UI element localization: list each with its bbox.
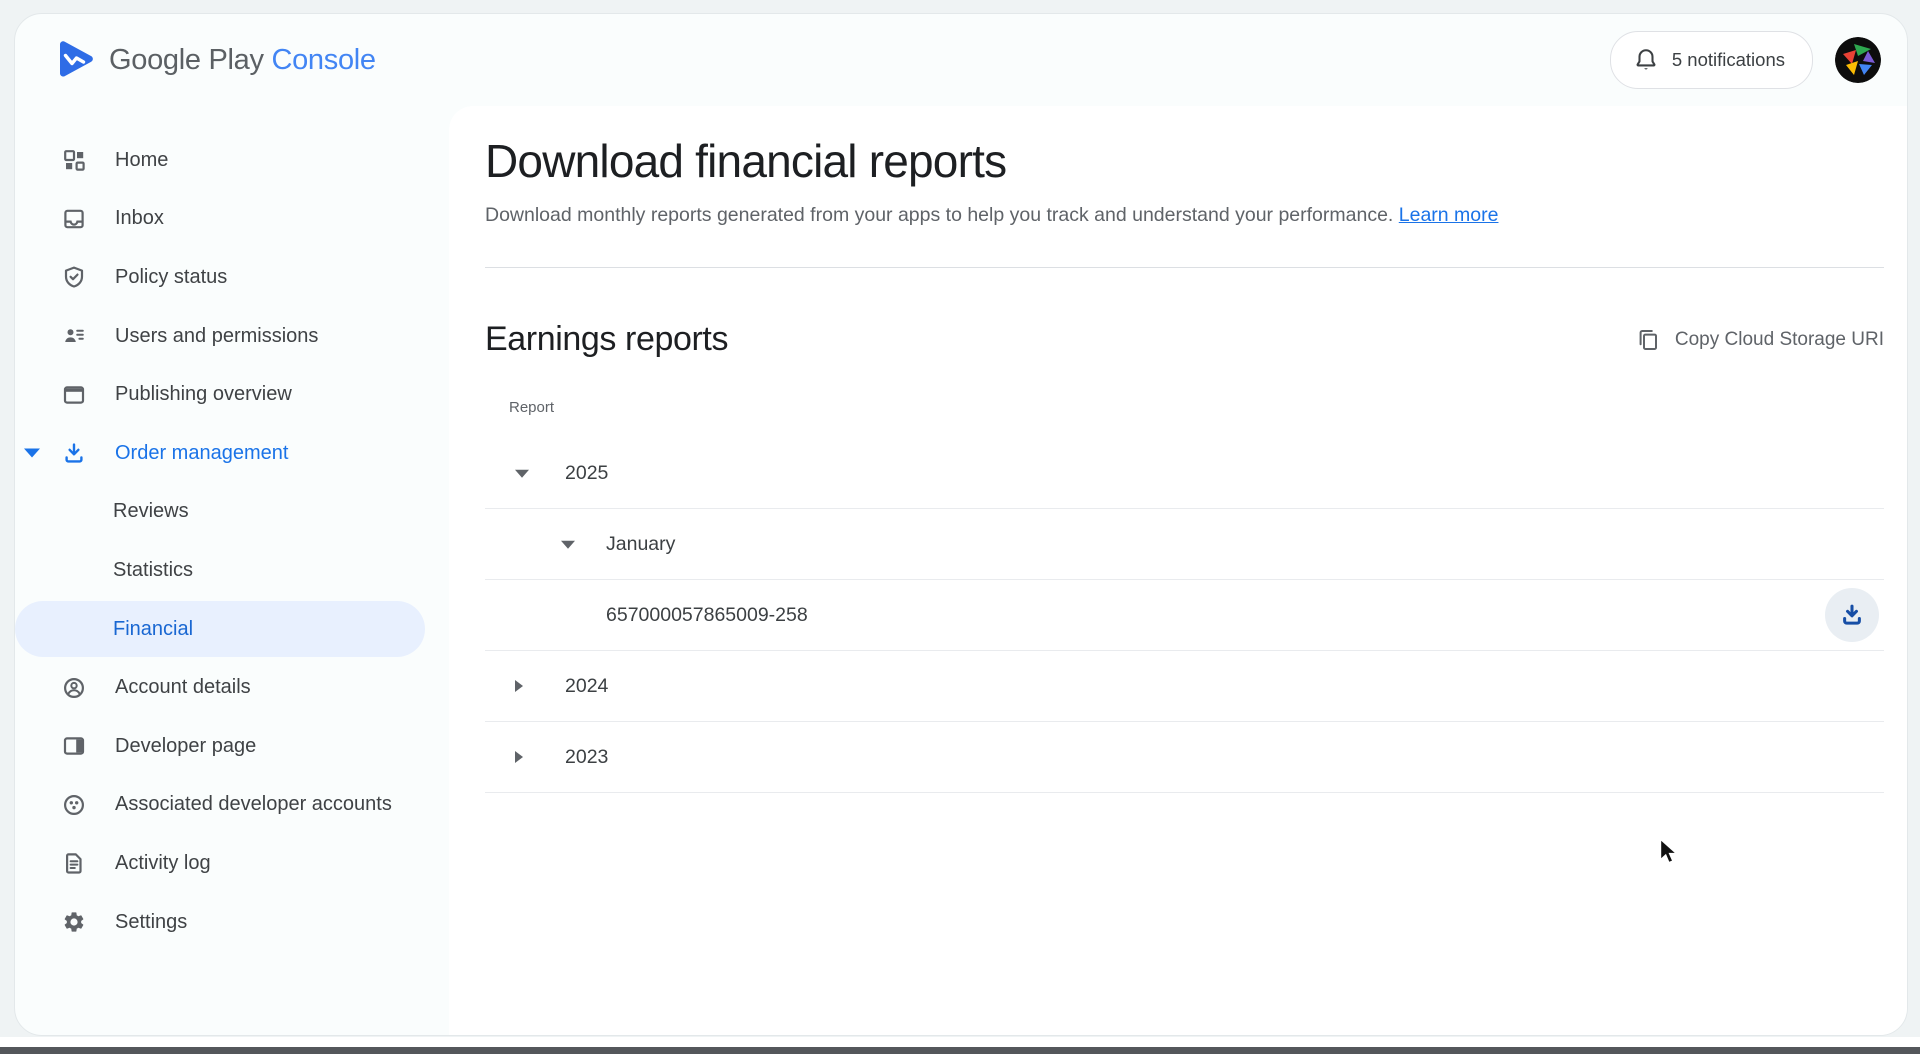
copy-button-label: Copy Cloud Storage URI <box>1675 329 1884 351</box>
sidebar-item-policy-status[interactable]: Policy status <box>15 248 449 307</box>
publish-card-icon <box>61 382 87 408</box>
chevron-down-icon[interactable] <box>515 470 529 478</box>
top-bar: Google Play Console 5 notifications <box>15 14 1907 106</box>
download-report-button[interactable] <box>1825 588 1879 642</box>
sidebar-item-developer-page[interactable]: Developer page <box>15 717 449 776</box>
row-label: 2024 <box>565 675 608 698</box>
sidebar-item-activity-log[interactable]: Activity log <box>15 834 449 893</box>
sidebar-item-label: Account details <box>115 676 251 699</box>
account-circle-icon <box>61 675 87 701</box>
notifications-button[interactable]: 5 notifications <box>1610 31 1813 89</box>
sidebar-item-label: Home <box>115 149 168 172</box>
row-label: 2023 <box>565 746 608 769</box>
sidebar-item-label: Financial <box>113 618 193 641</box>
chevron-right-icon[interactable] <box>515 680 523 692</box>
sidebar-item-label: Inbox <box>115 207 164 230</box>
sidebar-item-label: Settings <box>115 911 187 934</box>
linked-accounts-icon <box>61 792 87 818</box>
report-id-label: 657000057865009-258 <box>606 604 808 627</box>
developer-page-icon <box>61 733 87 759</box>
copy-cloud-storage-uri-button[interactable]: Copy Cloud Storage URI <box>1636 328 1884 352</box>
earnings-reports-table: Report 2025 January 657000057865009-258 <box>485 385 1884 793</box>
row-label: 2025 <box>565 462 608 485</box>
table-row-year-2023[interactable]: 2023 <box>485 722 1884 793</box>
main-content: Download financial reports Download mont… <box>449 106 1907 1035</box>
sidebar-item-label: Associated developer accounts <box>115 793 392 816</box>
chevron-down-icon[interactable] <box>561 541 575 549</box>
bell-icon <box>1633 47 1659 73</box>
learn-more-link[interactable]: Learn more <box>1399 204 1499 226</box>
document-icon <box>61 850 87 876</box>
dashboard-icon <box>61 147 87 173</box>
window-bottom-bar <box>0 1047 1920 1054</box>
table-row-year-2024[interactable]: 2024 <box>485 651 1884 722</box>
sidebar-item-associated-developer-accounts[interactable]: Associated developer accounts <box>15 776 449 835</box>
table-row-year-2025[interactable]: 2025 <box>485 438 1884 509</box>
sidebar-item-settings[interactable]: Settings <box>15 893 449 952</box>
app-window: Google Play Console 5 notifications <box>14 13 1908 1036</box>
sidebar-item-inbox[interactable]: Inbox <box>15 190 449 249</box>
chevron-down-icon[interactable] <box>24 449 40 458</box>
table-column-header: Report <box>485 385 1884 438</box>
google-play-console-logo[interactable]: Google Play Console <box>57 40 376 80</box>
person-list-icon <box>61 323 87 349</box>
sidebar-item-home[interactable]: Home <box>15 131 449 190</box>
page-title: Download financial reports <box>485 134 1884 188</box>
sidebar-item-reviews[interactable]: Reviews <box>15 483 449 542</box>
sidebar-item-label: Users and permissions <box>115 325 318 348</box>
play-console-logo-icon <box>57 40 93 80</box>
sidebar-item-statistics[interactable]: Statistics <box>15 541 449 600</box>
sidebar-item-label: Statistics <box>113 559 193 582</box>
earnings-reports-heading: Earnings reports <box>485 320 728 359</box>
chevron-right-icon[interactable] <box>515 751 523 763</box>
avatar[interactable] <box>1835 37 1881 83</box>
sidebar-item-account-details[interactable]: Account details <box>15 658 449 717</box>
shield-check-icon <box>61 264 87 290</box>
table-row-report-file: 657000057865009-258 <box>485 580 1884 651</box>
sidebar-item-order-management[interactable]: Order management <box>15 424 449 483</box>
notifications-label: 5 notifications <box>1672 49 1785 71</box>
header-divider <box>485 267 1884 268</box>
page-subtitle: Download monthly reports generated from … <box>485 202 1884 229</box>
row-label: January <box>606 533 675 556</box>
gear-icon <box>61 909 87 935</box>
sidebar-item-financial[interactable]: Financial <box>15 601 425 657</box>
table-row-month-january[interactable]: January <box>485 509 1884 580</box>
sidebar-item-publishing-overview[interactable]: Publishing overview <box>15 365 449 424</box>
copy-icon <box>1636 328 1660 352</box>
download-icon <box>61 440 87 466</box>
sidebar-item-label: Reviews <box>113 500 189 523</box>
logo-text: Google Play Console <box>109 44 376 77</box>
inbox-icon <box>61 206 87 232</box>
download-icon <box>1839 602 1865 628</box>
sidebar: Home Inbox Policy status <box>15 106 449 1035</box>
sidebar-item-label: Developer page <box>115 735 256 758</box>
sidebar-item-label: Publishing overview <box>115 383 292 406</box>
sidebar-item-label: Policy status <box>115 266 227 289</box>
sidebar-item-users-permissions[interactable]: Users and permissions <box>15 307 449 366</box>
sidebar-item-label: Activity log <box>115 852 211 875</box>
sidebar-item-label: Order management <box>115 442 288 465</box>
